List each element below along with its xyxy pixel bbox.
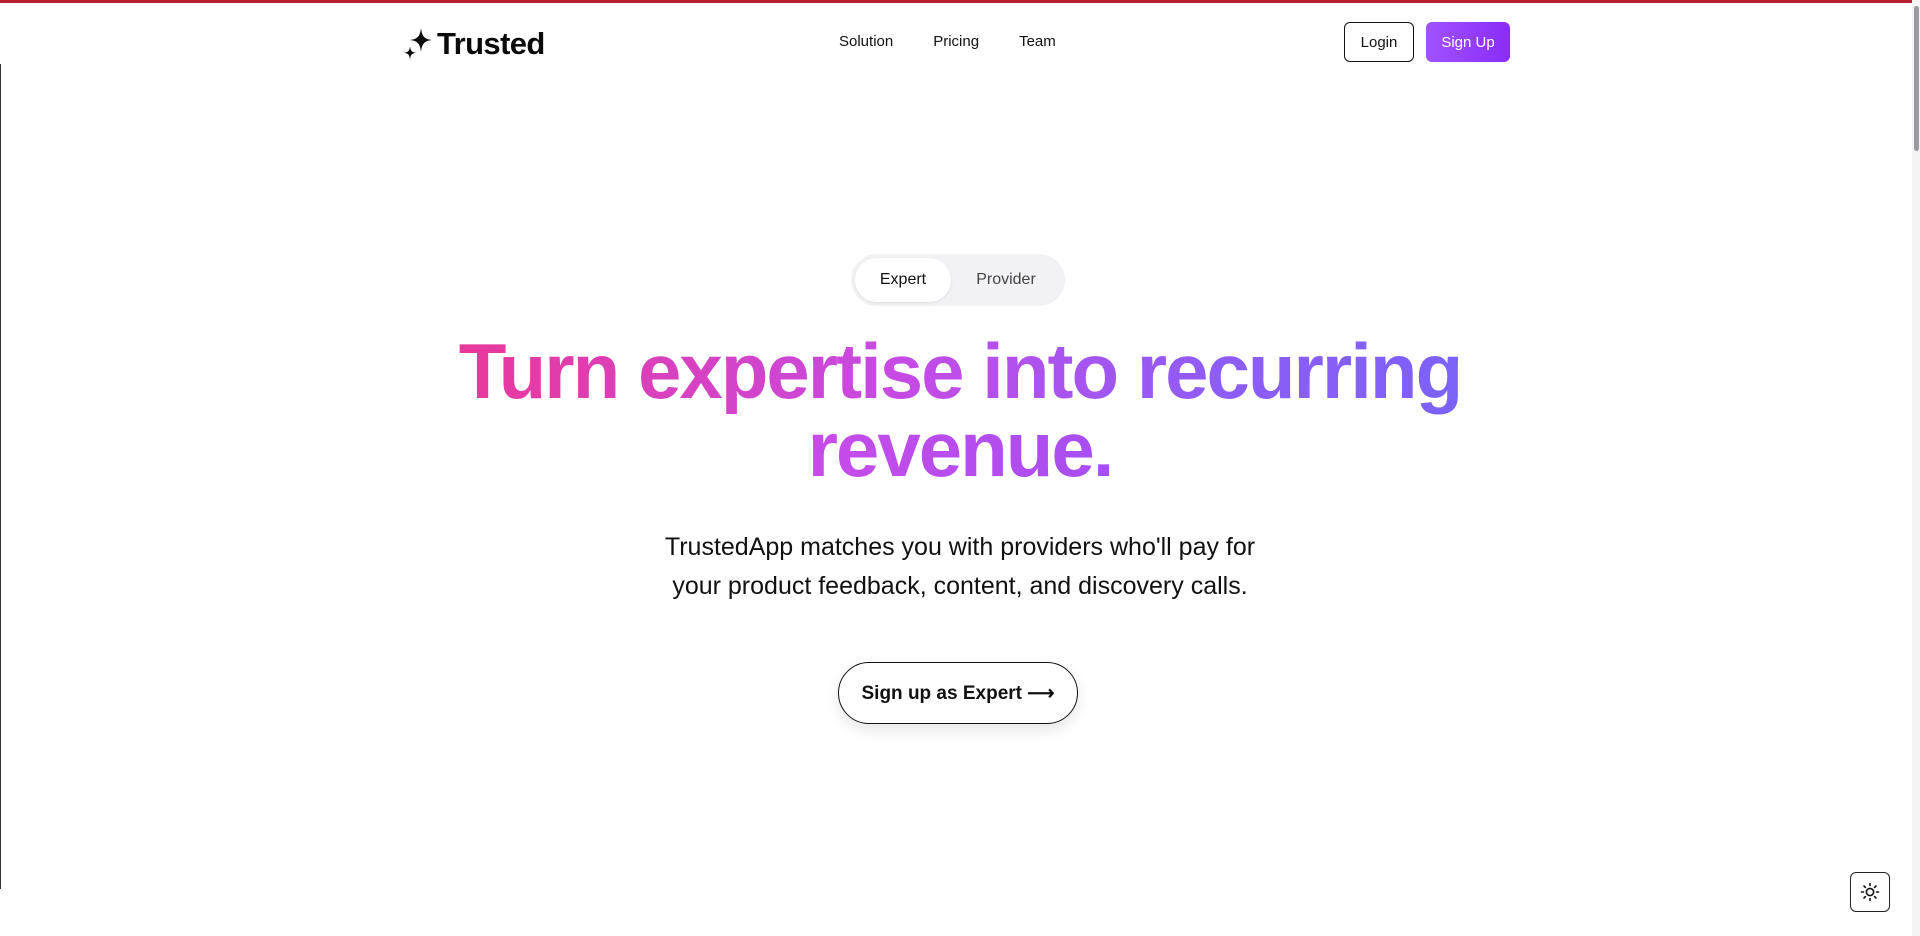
- signup-expert-button[interactable]: Sign up as Expert ⟶: [838, 662, 1078, 724]
- brand-name: Trusted: [437, 26, 545, 61]
- nav-item-solution[interactable]: Solution: [839, 30, 893, 54]
- hero-subtitle: TrustedApp matches you with providers wh…: [610, 528, 1310, 606]
- scrollbar[interactable]: [1912, 0, 1920, 936]
- toggle-option-expert[interactable]: Expert: [855, 258, 951, 302]
- site-header: Trusted Solution Pricing Team Login Sign…: [0, 0, 1912, 84]
- nav-item-pricing[interactable]: Pricing: [933, 30, 979, 54]
- headline-line-2: revenue.: [807, 405, 1115, 493]
- sun-icon: [1860, 882, 1880, 902]
- hero-headline: Turn expertise into recurring revenue.: [360, 332, 1560, 488]
- role-toggle: Expert Provider: [851, 254, 1065, 306]
- left-edge-line: [0, 64, 1, 889]
- subtitle-line-2: your product feedback, content, and disc…: [672, 572, 1248, 600]
- main-nav: Solution Pricing Team: [839, 30, 1056, 54]
- subtitle-line-1: TrustedApp matches you with providers wh…: [664, 533, 1256, 561]
- nav-item-team[interactable]: Team: [1019, 30, 1056, 54]
- toggle-option-provider[interactable]: Provider: [951, 258, 1061, 302]
- login-button[interactable]: Login: [1344, 22, 1414, 62]
- headline-line-1: Turn expertise into recurring: [458, 327, 1463, 415]
- brand-logo[interactable]: Trusted: [403, 24, 545, 64]
- signup-button[interactable]: Sign Up: [1426, 22, 1510, 62]
- sparkle-icon: [404, 28, 432, 60]
- scrollbar-thumb[interactable]: [1914, 6, 1919, 151]
- theme-toggle-button[interactable]: [1850, 872, 1890, 912]
